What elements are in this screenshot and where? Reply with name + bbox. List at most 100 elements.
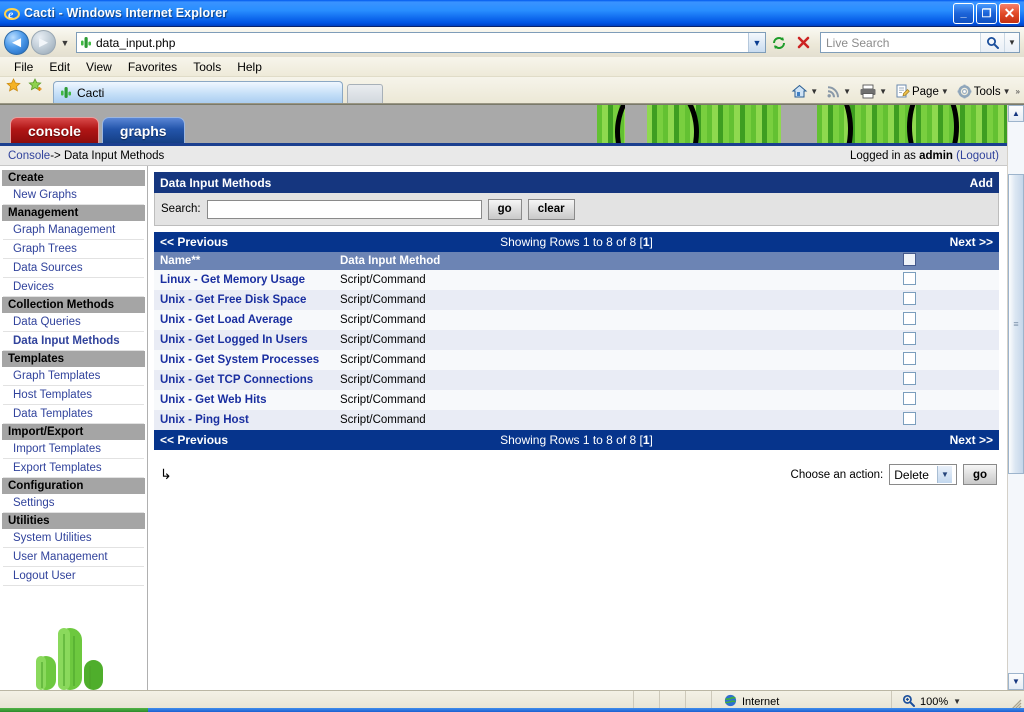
add-link[interactable]: Add [970, 176, 993, 190]
address-dropdown-icon[interactable]: ▼ [748, 33, 765, 52]
table-row[interactable]: Unix - Get System Processes Script/Comma… [154, 350, 999, 370]
table-row[interactable]: Unix - Get Free Disk Space Script/Comman… [154, 290, 999, 310]
zoom-caret-icon[interactable]: ▼ [953, 697, 961, 706]
sidebar-item-data-queries[interactable]: Data Queries [3, 313, 144, 332]
row-checkbox-cell[interactable] [819, 310, 999, 330]
row-checkbox[interactable] [902, 332, 916, 345]
row-name-link[interactable]: Unix - Ping Host [160, 414, 249, 426]
table-row[interactable]: Linux - Get Memory Usage Script/Command [154, 270, 999, 290]
search-clear-button[interactable]: clear [527, 198, 575, 220]
tab-graphs[interactable]: graphs [101, 117, 185, 143]
row-name-link[interactable]: Unix - Get Free Disk Space [160, 294, 306, 306]
previous-link-bottom[interactable]: << Previous [154, 430, 334, 450]
column-header-method[interactable]: Data Input Method [334, 252, 819, 270]
print-caret-icon[interactable]: ▼ [879, 87, 887, 96]
row-checkbox-cell[interactable] [819, 330, 999, 350]
sidebar-item-devices[interactable]: Devices [3, 278, 144, 297]
live-search-box[interactable]: Live Search ▼ [820, 32, 1020, 53]
new-tab-button[interactable] [347, 84, 383, 103]
menu-help[interactable]: Help [230, 59, 269, 75]
column-header-name[interactable]: Name** [154, 252, 334, 270]
tools-caret-icon[interactable]: ▼ [1003, 87, 1011, 96]
favorites-center-icon[interactable] [6, 78, 21, 98]
search-go-button[interactable]: go [487, 198, 522, 220]
scrollbar-thumb[interactable]: ≡ [1008, 174, 1024, 474]
magnifier-icon[interactable] [980, 33, 1004, 52]
menu-tools[interactable]: Tools [186, 59, 228, 75]
search-input[interactable] [206, 199, 482, 219]
start-button-sliver[interactable] [0, 708, 148, 712]
menu-edit[interactable]: Edit [42, 59, 77, 75]
row-checkbox-cell[interactable] [819, 350, 999, 370]
row-checkbox[interactable] [902, 392, 916, 405]
sidebar-item-host-templates[interactable]: Host Templates [3, 386, 144, 405]
row-checkbox-cell[interactable] [819, 410, 999, 430]
tools-button[interactable]: Tools ▼ [954, 83, 1014, 100]
row-name-link[interactable]: Unix - Get TCP Connections [160, 374, 313, 386]
sidebar-item-graph-management[interactable]: Graph Management [3, 221, 144, 240]
address-bar[interactable]: data_input.php ▼ [76, 32, 766, 53]
row-checkbox[interactable] [902, 372, 916, 385]
sidebar-item-export-templates[interactable]: Export Templates [3, 459, 144, 478]
menu-favorites[interactable]: Favorites [121, 59, 184, 75]
select-all-cell[interactable] [819, 252, 999, 270]
chevron-down-icon[interactable]: ▼ [936, 466, 952, 483]
row-checkbox-cell[interactable] [819, 290, 999, 310]
action-select[interactable]: Delete ▼ [889, 464, 957, 485]
table-row[interactable]: Unix - Get Web Hits Script/Command [154, 390, 999, 410]
sidebar-item-settings[interactable]: Settings [3, 494, 144, 513]
scroll-down-button[interactable]: ▼ [1008, 673, 1024, 690]
page-number-bottom[interactable]: 1 [643, 433, 650, 447]
row-checkbox-cell[interactable] [819, 390, 999, 410]
table-row[interactable]: Unix - Ping Host Script/Command [154, 410, 999, 430]
row-checkbox[interactable] [902, 412, 916, 425]
sidebar-item-user-management[interactable]: User Management [3, 548, 144, 567]
star-plus-icon[interactable] [28, 78, 43, 98]
action-go-button[interactable]: go [962, 464, 997, 485]
next-link-top[interactable]: Next >> [819, 232, 999, 252]
live-search-input[interactable]: Live Search [821, 36, 980, 50]
row-checkbox-cell[interactable] [819, 370, 999, 390]
feeds-button[interactable]: ▼ [823, 83, 854, 100]
row-name-link[interactable]: Unix - Get Load Average [160, 314, 293, 326]
minimize-button[interactable]: _ [953, 2, 974, 24]
sidebar-item-graph-templates[interactable]: Graph Templates [3, 367, 144, 386]
home-button[interactable]: ▼ [788, 83, 821, 100]
table-row[interactable]: Unix - Get Logged In Users Script/Comman… [154, 330, 999, 350]
page-caret-icon[interactable]: ▼ [941, 87, 949, 96]
sidebar-item-system-utilities[interactable]: System Utilities [3, 529, 144, 548]
table-row[interactable]: Unix - Get Load Average Script/Command [154, 310, 999, 330]
row-name-link[interactable]: Unix - Get System Processes [160, 354, 319, 366]
sidebar-item-data-templates[interactable]: Data Templates [3, 405, 144, 424]
scroll-up-button[interactable]: ▲ [1008, 105, 1024, 122]
row-checkbox[interactable] [902, 352, 916, 365]
row-checkbox[interactable] [902, 312, 916, 325]
row-checkbox-cell[interactable] [819, 270, 999, 290]
sidebar-item-data-sources[interactable]: Data Sources [3, 259, 144, 278]
history-dropdown-icon[interactable]: ▼ [58, 38, 72, 48]
overflow-chevron-icon[interactable]: » [1016, 87, 1020, 96]
back-button[interactable]: ◄ [4, 30, 29, 55]
page-number-top[interactable]: 1 [643, 235, 650, 249]
sidebar-item-import-templates[interactable]: Import Templates [3, 440, 144, 459]
restore-button[interactable]: ❐ [976, 2, 997, 24]
browser-tab-cacti[interactable]: Cacti [53, 81, 343, 103]
page-scrollbar[interactable]: ▲ ≡ ▼ [1007, 105, 1024, 690]
forward-button[interactable]: ► [31, 30, 56, 55]
table-row[interactable]: Unix - Get TCP Connections Script/Comman… [154, 370, 999, 390]
menu-file[interactable]: File [7, 59, 40, 75]
sidebar-item-new-graphs[interactable]: New Graphs [3, 186, 144, 205]
row-name-link[interactable]: Linux - Get Memory Usage [160, 274, 305, 286]
home-caret-icon[interactable]: ▼ [810, 87, 818, 96]
next-link-bottom[interactable]: Next >> [819, 430, 999, 450]
feeds-caret-icon[interactable]: ▼ [843, 87, 851, 96]
stop-icon[interactable] [792, 32, 814, 54]
row-checkbox[interactable] [902, 272, 916, 285]
refresh-icon[interactable] [768, 32, 790, 54]
address-input[interactable]: data_input.php [95, 33, 748, 52]
scrollbar-track[interactable]: ≡ [1008, 122, 1024, 673]
row-checkbox[interactable] [902, 292, 916, 305]
sidebar-item-graph-trees[interactable]: Graph Trees [3, 240, 144, 259]
previous-link-top[interactable]: << Previous [154, 232, 334, 252]
menu-view[interactable]: View [79, 59, 119, 75]
